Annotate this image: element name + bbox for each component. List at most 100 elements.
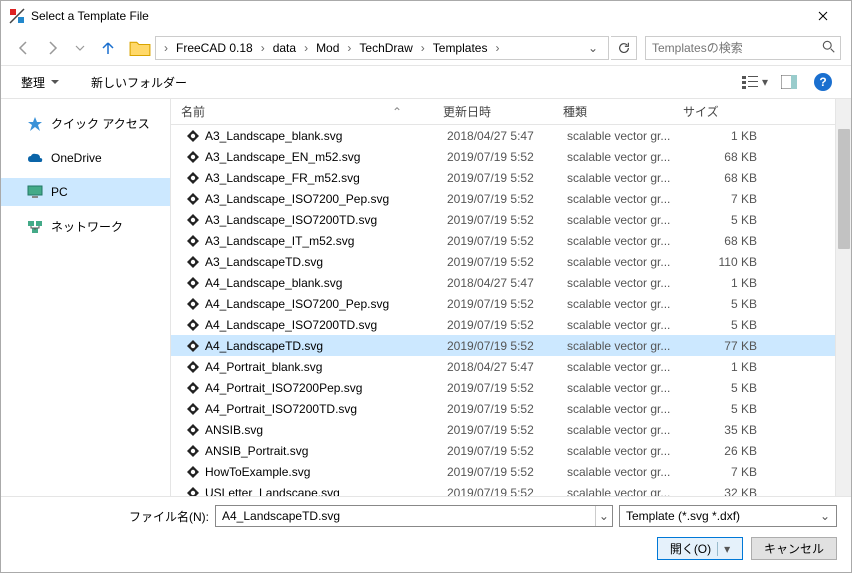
sidebar-item[interactable]: OneDrive (1, 144, 170, 172)
file-type-filter[interactable]: Template (*.svg *.dxf) ⌄ (619, 505, 837, 527)
breadcrumb[interactable]: › FreeCAD 0.18›data›Mod›TechDraw›Templat… (155, 36, 609, 60)
chevron-right-icon[interactable]: › (491, 41, 503, 55)
close-button[interactable] (803, 1, 843, 31)
breadcrumb-item[interactable]: FreeCAD 0.18 (172, 41, 257, 55)
file-size: 5 KB (687, 318, 767, 332)
file-row[interactable]: A4_Landscape_blank.svg2018/04/27 5:47sca… (171, 272, 835, 293)
file-row[interactable]: A3_LandscapeTD.svg2019/07/19 5:52scalabl… (171, 251, 835, 272)
chevron-right-icon[interactable]: › (300, 41, 312, 55)
file-row[interactable]: ANSIB_Portrait.svg2019/07/19 5:52scalabl… (171, 440, 835, 461)
file-type: scalable vector gr... (567, 381, 687, 395)
file-row[interactable]: A3_Landscape_EN_m52.svg2019/07/19 5:52sc… (171, 146, 835, 167)
filename-combobox[interactable]: ⌄ (215, 505, 613, 527)
refresh-button[interactable] (611, 36, 637, 60)
preview-pane-button[interactable] (775, 70, 803, 94)
scrollbar-thumb[interactable] (838, 129, 850, 249)
file-row[interactable]: A4_LandscapeTD.svg2019/07/19 5:52scalabl… (171, 335, 835, 356)
toolbar: 整理 新しいフォルダー ▾ ? (1, 65, 851, 99)
recent-dropdown[interactable] (67, 35, 93, 61)
search-input[interactable] (646, 41, 840, 55)
cancel-button[interactable]: キャンセル (751, 537, 837, 560)
file-size: 26 KB (687, 444, 767, 458)
sidebar-item[interactable]: ネットワーク (1, 212, 170, 241)
chevron-right-icon[interactable]: › (343, 41, 355, 55)
file-name: A4_Landscape_ISO7200_Pep.svg (205, 297, 447, 311)
file-date: 2019/07/19 5:52 (447, 171, 567, 185)
search-box[interactable] (645, 36, 841, 60)
svg-file-icon (185, 443, 201, 459)
svg-file-icon (185, 296, 201, 312)
column-type[interactable]: 種類 (563, 99, 683, 124)
file-name: A4_LandscapeTD.svg (205, 339, 447, 353)
file-name: A3_Landscape_IT_m52.svg (205, 234, 447, 248)
open-button[interactable]: 開く(O)▾ (657, 537, 743, 560)
breadcrumb-item[interactable]: Mod (312, 41, 343, 55)
file-size: 110 KB (687, 255, 767, 269)
sidebar: クイック アクセス OneDrive PC ネットワーク (1, 99, 171, 496)
view-options-button[interactable]: ▾ (741, 70, 769, 94)
breadcrumb-dropdown[interactable]: ⌄ (582, 41, 604, 55)
file-type: scalable vector gr... (567, 444, 687, 458)
file-date: 2019/07/19 5:52 (447, 402, 567, 416)
file-row[interactable]: HowToExample.svg2019/07/19 5:52scalable … (171, 461, 835, 482)
svg-file-icon (185, 359, 201, 375)
search-icon[interactable] (822, 40, 836, 57)
file-type: scalable vector gr... (567, 465, 687, 479)
sidebar-item[interactable]: クイック アクセス (1, 109, 170, 138)
file-size: 5 KB (687, 402, 767, 416)
svg-file-icon (185, 464, 201, 480)
filename-input[interactable] (216, 509, 595, 523)
file-type: scalable vector gr... (567, 234, 687, 248)
file-size: 5 KB (687, 381, 767, 395)
new-folder-button[interactable]: 新しいフォルダー (85, 70, 193, 95)
svg-file-icon (185, 338, 201, 354)
breadcrumb-item[interactable]: data (269, 41, 300, 55)
scrollbar[interactable] (835, 99, 851, 496)
chevron-right-icon[interactable]: › (160, 41, 172, 55)
file-type: scalable vector gr... (567, 297, 687, 311)
breadcrumb-item[interactable]: Templates (429, 41, 492, 55)
file-row[interactable]: A4_Landscape_ISO7200TD.svg2019/07/19 5:5… (171, 314, 835, 335)
breadcrumb-item[interactable]: TechDraw (355, 41, 416, 55)
file-row[interactable]: A3_Landscape_FR_m52.svg2019/07/19 5:52sc… (171, 167, 835, 188)
file-type: scalable vector gr... (567, 423, 687, 437)
file-list[interactable]: A3_Landscape_blank.svg2018/04/27 5:47sca… (171, 125, 835, 496)
sidebar-item[interactable]: PC (1, 178, 170, 206)
back-button[interactable] (11, 35, 37, 61)
file-row[interactable]: A3_Landscape_ISO7200_Pep.svg2019/07/19 5… (171, 188, 835, 209)
bottom-panel: ファイル名(N): ⌄ Template (*.svg *.dxf) ⌄ 開く(… (1, 496, 851, 572)
column-headers: 名前⌃ 更新日時 種類 サイズ (171, 99, 835, 125)
file-row[interactable]: A4_Portrait_blank.svg2018/04/27 5:47scal… (171, 356, 835, 377)
up-button[interactable] (95, 35, 121, 61)
file-row[interactable]: A4_Portrait_ISO7200TD.svg2019/07/19 5:52… (171, 398, 835, 419)
organize-button[interactable]: 整理 (15, 70, 65, 95)
file-name: A3_LandscapeTD.svg (205, 255, 447, 269)
file-date: 2019/07/19 5:52 (447, 150, 567, 164)
chevron-down-icon[interactable]: ⌄ (595, 506, 612, 526)
file-type: scalable vector gr... (567, 150, 687, 164)
file-row[interactable]: A3_Landscape_ISO7200TD.svg2019/07/19 5:5… (171, 209, 835, 230)
chevron-right-icon[interactable]: › (257, 41, 269, 55)
file-type: scalable vector gr... (567, 486, 687, 497)
file-row[interactable]: USLetter_Landscape.svg2019/07/19 5:52sca… (171, 482, 835, 496)
column-size[interactable]: サイズ (683, 99, 763, 124)
file-row[interactable]: A3_Landscape_IT_m52.svg2019/07/19 5:52sc… (171, 230, 835, 251)
file-row[interactable]: A4_Landscape_ISO7200_Pep.svg2019/07/19 5… (171, 293, 835, 314)
forward-button[interactable] (39, 35, 65, 61)
file-row[interactable]: A3_Landscape_blank.svg2018/04/27 5:47sca… (171, 125, 835, 146)
file-date: 2019/07/19 5:52 (447, 297, 567, 311)
column-date[interactable]: 更新日時 (443, 99, 563, 124)
help-button[interactable]: ? (809, 70, 837, 94)
titlebar: Select a Template File (1, 1, 851, 31)
column-name[interactable]: 名前⌃ (181, 99, 443, 124)
file-name: HowToExample.svg (205, 465, 447, 479)
file-row[interactable]: A4_Portrait_ISO7200Pep.svg2019/07/19 5:5… (171, 377, 835, 398)
file-date: 2019/07/19 5:52 (447, 381, 567, 395)
file-name: ANSIB.svg (205, 423, 447, 437)
file-name: A3_Landscape_blank.svg (205, 129, 447, 143)
file-row[interactable]: ANSIB.svg2019/07/19 5:52scalable vector … (171, 419, 835, 440)
window-title: Select a Template File (31, 9, 803, 23)
file-date: 2018/04/27 5:47 (447, 129, 567, 143)
sidebar-item-label: OneDrive (51, 151, 102, 165)
chevron-right-icon[interactable]: › (417, 41, 429, 55)
